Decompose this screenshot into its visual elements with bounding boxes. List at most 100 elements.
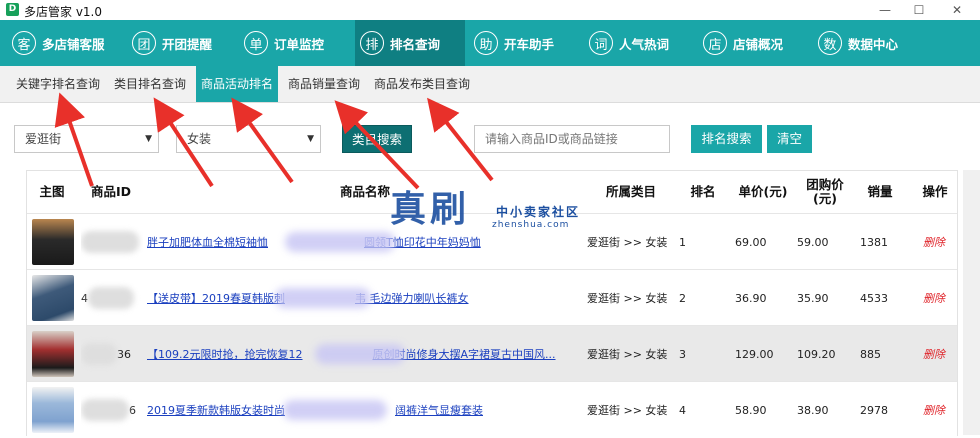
delete-link[interactable]: 删除 (923, 214, 957, 270)
maximize-button[interactable]: ☐ (902, 0, 936, 20)
category-cell: 爱逛街 >> 女装 (587, 292, 668, 305)
sales-cell: 2978 (860, 403, 888, 417)
nav-label: 排名查询 (390, 36, 441, 52)
product-name-link[interactable]: 胖子加肥体血全棉短袖恤 (147, 234, 268, 250)
table-row[interactable]: 36 【109.2元限时抢，抢完恢复12 原创时尚修身大摆A字裙夏古中国风...… (27, 325, 957, 382)
product-name-link[interactable]: 【送皮带】2019春夏韩版刺 (147, 290, 285, 306)
nav-shop-overview[interactable]: 店 店铺概况 (703, 20, 783, 66)
nav-data-center[interactable]: 数 数据中心 (818, 20, 898, 66)
redacted-name (285, 232, 395, 252)
product-id (81, 214, 143, 270)
category-cell: 爱逛街 >> 女装 (587, 348, 668, 361)
chevron-down-icon: ▼ (145, 134, 152, 144)
category-select[interactable]: 女装 ▼ (176, 125, 321, 153)
helper-icon: 助 (474, 31, 498, 55)
sales-cell: 885 (860, 347, 881, 361)
product-name-link-tail[interactable]: 韦 毛边弹力喇叭长裤女 (355, 290, 469, 306)
product-name-link-tail[interactable]: 阔裤洋气显瘦套装 (395, 402, 483, 418)
category-cell: 爱逛街 >> 女装 (587, 236, 668, 249)
delete-link[interactable]: 删除 (923, 382, 957, 438)
sales-cell: 4533 (860, 291, 888, 305)
header-sales: 销量 (867, 184, 893, 199)
product-name-link[interactable]: 【109.2元限时抢，抢完恢复12 (147, 346, 303, 362)
nav-label: 开车助手 (504, 36, 555, 52)
main-nav: 客 多店铺客服 团 开团提醒 单 订单监控 排 排名查询 助 开车助手 词 人气… (0, 20, 980, 66)
watermark-subtitle: 中小卖家社区 (496, 205, 581, 219)
tab-category-ranking[interactable]: 类目排名查询 (110, 66, 190, 102)
table-row[interactable]: 6 2019夏季新款韩版女装时尚 阔裤洋气显瘦套装 爱逛街 >> 女装 4 58… (27, 381, 957, 438)
app-logo-icon: D (6, 3, 19, 16)
product-id: 36 (81, 326, 143, 382)
ranking-icon: 排 (360, 31, 384, 55)
clear-button[interactable]: 清空 (767, 125, 812, 153)
header-image: 主图 (39, 184, 65, 199)
sales-cell: 1381 (860, 235, 888, 249)
price-cell: 36.90 (735, 291, 767, 305)
redacted-id (81, 343, 117, 365)
shop-icon: 店 (703, 31, 727, 55)
product-thumbnail (29, 270, 77, 326)
header-product-id: 商品ID (90, 184, 132, 199)
header-category: 所属类目 (605, 184, 656, 199)
nav-driving-assistant[interactable]: 助 开车助手 (474, 20, 554, 66)
rank-search-button[interactable]: 排名搜索 (691, 125, 762, 153)
group-icon: 团 (132, 31, 156, 55)
category-search-button[interactable]: 类目搜索 (342, 125, 412, 153)
redacted-name (275, 288, 371, 308)
table-row[interactable]: 4 【送皮带】2019春夏韩版刺 韦 毛边弹力喇叭长裤女 爱逛街 >> 女装 2… (27, 269, 957, 326)
tab-sales-query[interactable]: 商品销量查询 (284, 66, 364, 102)
order-icon: 单 (244, 31, 268, 55)
category-cell: 爱逛街 >> 女装 (587, 404, 668, 417)
chevron-down-icon: ▼ (307, 134, 314, 144)
product-thumbnail (29, 214, 77, 270)
group-price-cell: 59.00 (797, 235, 829, 249)
nav-label: 人气热词 (619, 36, 670, 52)
data-icon: 数 (818, 31, 842, 55)
nav-label: 数据中心 (848, 36, 899, 52)
price-cell: 129.00 (735, 347, 774, 361)
product-id: 6 (81, 382, 143, 438)
table-header: 主图 商品ID 商品名称 所属类目 排名 单价(元) 团购价(元) 销量 操作 (27, 171, 957, 213)
redacted-id (81, 231, 139, 253)
window-title: 多店管家 v1.0 (24, 5, 103, 19)
delete-link[interactable]: 删除 (923, 326, 957, 382)
nav-hot-keywords[interactable]: 词 人气热词 (589, 20, 669, 66)
keyword-icon: 词 (589, 31, 613, 55)
minimize-button[interactable]: — (868, 0, 902, 20)
watermark-logo: 真刷 (390, 189, 471, 230)
delete-link[interactable]: 删除 (923, 270, 957, 326)
header-rank: 排名 (690, 184, 716, 199)
nav-label: 开团提醒 (162, 36, 213, 52)
price-cell: 69.00 (735, 235, 767, 249)
nav-label: 店铺概况 (733, 36, 784, 52)
header-group-price: 团购价(元) (806, 177, 844, 206)
sub-tabs: 关键字排名查询 类目排名查询 商品活动排名 商品销量查询 商品发布类目查询 (0, 66, 980, 103)
platform-value: 爱逛街 (25, 132, 62, 146)
rank-cell: 1 (679, 235, 686, 249)
nav-customer-service[interactable]: 客 多店铺客服 (12, 20, 105, 66)
header-action: 操作 (922, 184, 948, 199)
tab-publish-category[interactable]: 商品发布类目查询 (370, 66, 474, 102)
results-table: 主图 商品ID 商品名称 所属类目 排名 单价(元) 团购价(元) 销量 操作 … (26, 170, 958, 436)
product-search-input[interactable] (474, 125, 670, 153)
title-bar: D 多店管家 v1.0 — ☐ ✕ (0, 0, 980, 21)
tab-keyword-ranking[interactable]: 关键字排名查询 (8, 66, 108, 102)
redacted-id (88, 287, 134, 309)
tab-activity-ranking[interactable]: 商品活动排名 (196, 66, 278, 102)
group-price-cell: 38.90 (797, 403, 829, 417)
product-thumbnail (29, 326, 77, 382)
vertical-scrollbar[interactable] (963, 170, 980, 435)
nav-ranking-query[interactable]: 排 排名查询 (355, 20, 465, 66)
customer-icon: 客 (12, 31, 36, 55)
close-button[interactable]: ✕ (940, 0, 974, 20)
nav-order-monitor[interactable]: 单 订单监控 (244, 20, 324, 66)
redacted-name (283, 400, 387, 420)
nav-label: 订单监控 (274, 36, 325, 52)
product-name-link[interactable]: 2019夏季新款韩版女装时尚 (147, 402, 285, 418)
product-thumbnail (29, 382, 77, 438)
group-price-cell: 109.20 (797, 347, 836, 361)
nav-group-reminder[interactable]: 团 开团提醒 (132, 20, 212, 66)
platform-select[interactable]: 爱逛街 ▼ (14, 125, 159, 153)
group-price-cell: 35.90 (797, 291, 829, 305)
price-cell: 58.90 (735, 403, 767, 417)
